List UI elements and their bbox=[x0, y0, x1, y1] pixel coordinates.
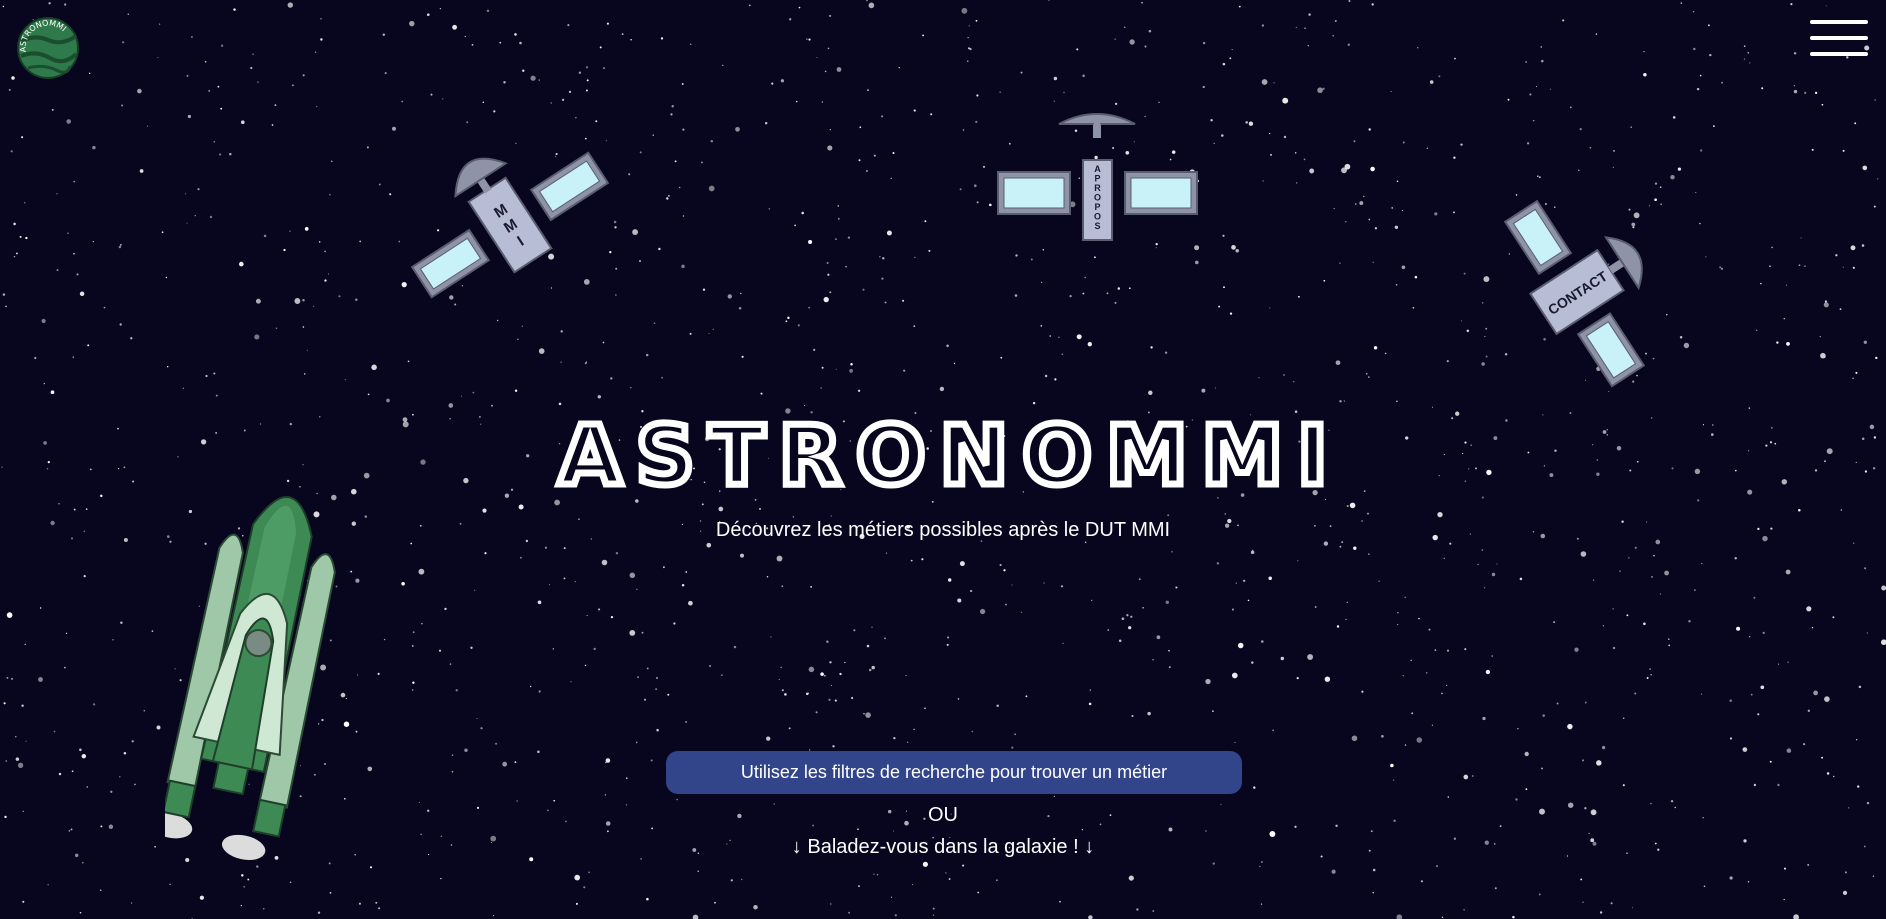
planet-logo-icon: ASTRONOMMI bbox=[17, 17, 79, 79]
page-title: ASTRONOMMI bbox=[555, 408, 1341, 498]
page-title-text: ASTRONOMMI bbox=[558, 409, 1341, 498]
satellite-label-letter: S bbox=[1094, 221, 1100, 231]
explore-galaxy-link[interactable]: ↓ Baladez-vous dans la galaxie ! ↓ bbox=[0, 836, 1886, 859]
satellite-icon: M M I bbox=[410, 151, 610, 299]
satellite-label-letter: R bbox=[1094, 183, 1101, 193]
satellite-label-letter: O bbox=[1094, 212, 1101, 222]
logo-button[interactable]: ASTRONOMMI bbox=[16, 16, 80, 80]
satellite-label-letter: O bbox=[1094, 193, 1101, 203]
separator-text: OU bbox=[928, 804, 958, 826]
home-page: ASTRONOMMI M M I A P R O P O S CONTACT A… bbox=[0, 0, 1886, 919]
nav-satellite-a-propos[interactable]: APROPOS bbox=[995, 110, 1200, 250]
search-filters-button[interactable]: Utilisez les filtres de recherche pour t… bbox=[666, 751, 1242, 794]
satellite-icon: APROPOS bbox=[997, 113, 1198, 241]
satellite-label: APROPOS bbox=[1094, 164, 1101, 231]
hero-subtitle: Découvrez les métiers possibles après le… bbox=[715, 519, 1171, 541]
hamburger-menu-icon-line bbox=[1810, 52, 1868, 56]
hamburger-menu-icon-line bbox=[1810, 36, 1868, 40]
menu-button[interactable] bbox=[1806, 18, 1870, 60]
nav-satellite-mmi[interactable]: M M I bbox=[395, 125, 625, 325]
satellite-label-letter: P bbox=[1094, 174, 1100, 184]
satellite-label-letter: P bbox=[1094, 202, 1100, 212]
nav-satellite-contact[interactable]: CONTACT bbox=[1485, 195, 1670, 390]
hamburger-menu-icon-line bbox=[1810, 20, 1868, 24]
satellite-label-letter: A bbox=[1094, 164, 1101, 174]
satellite-icon: CONTACT bbox=[1503, 199, 1646, 388]
